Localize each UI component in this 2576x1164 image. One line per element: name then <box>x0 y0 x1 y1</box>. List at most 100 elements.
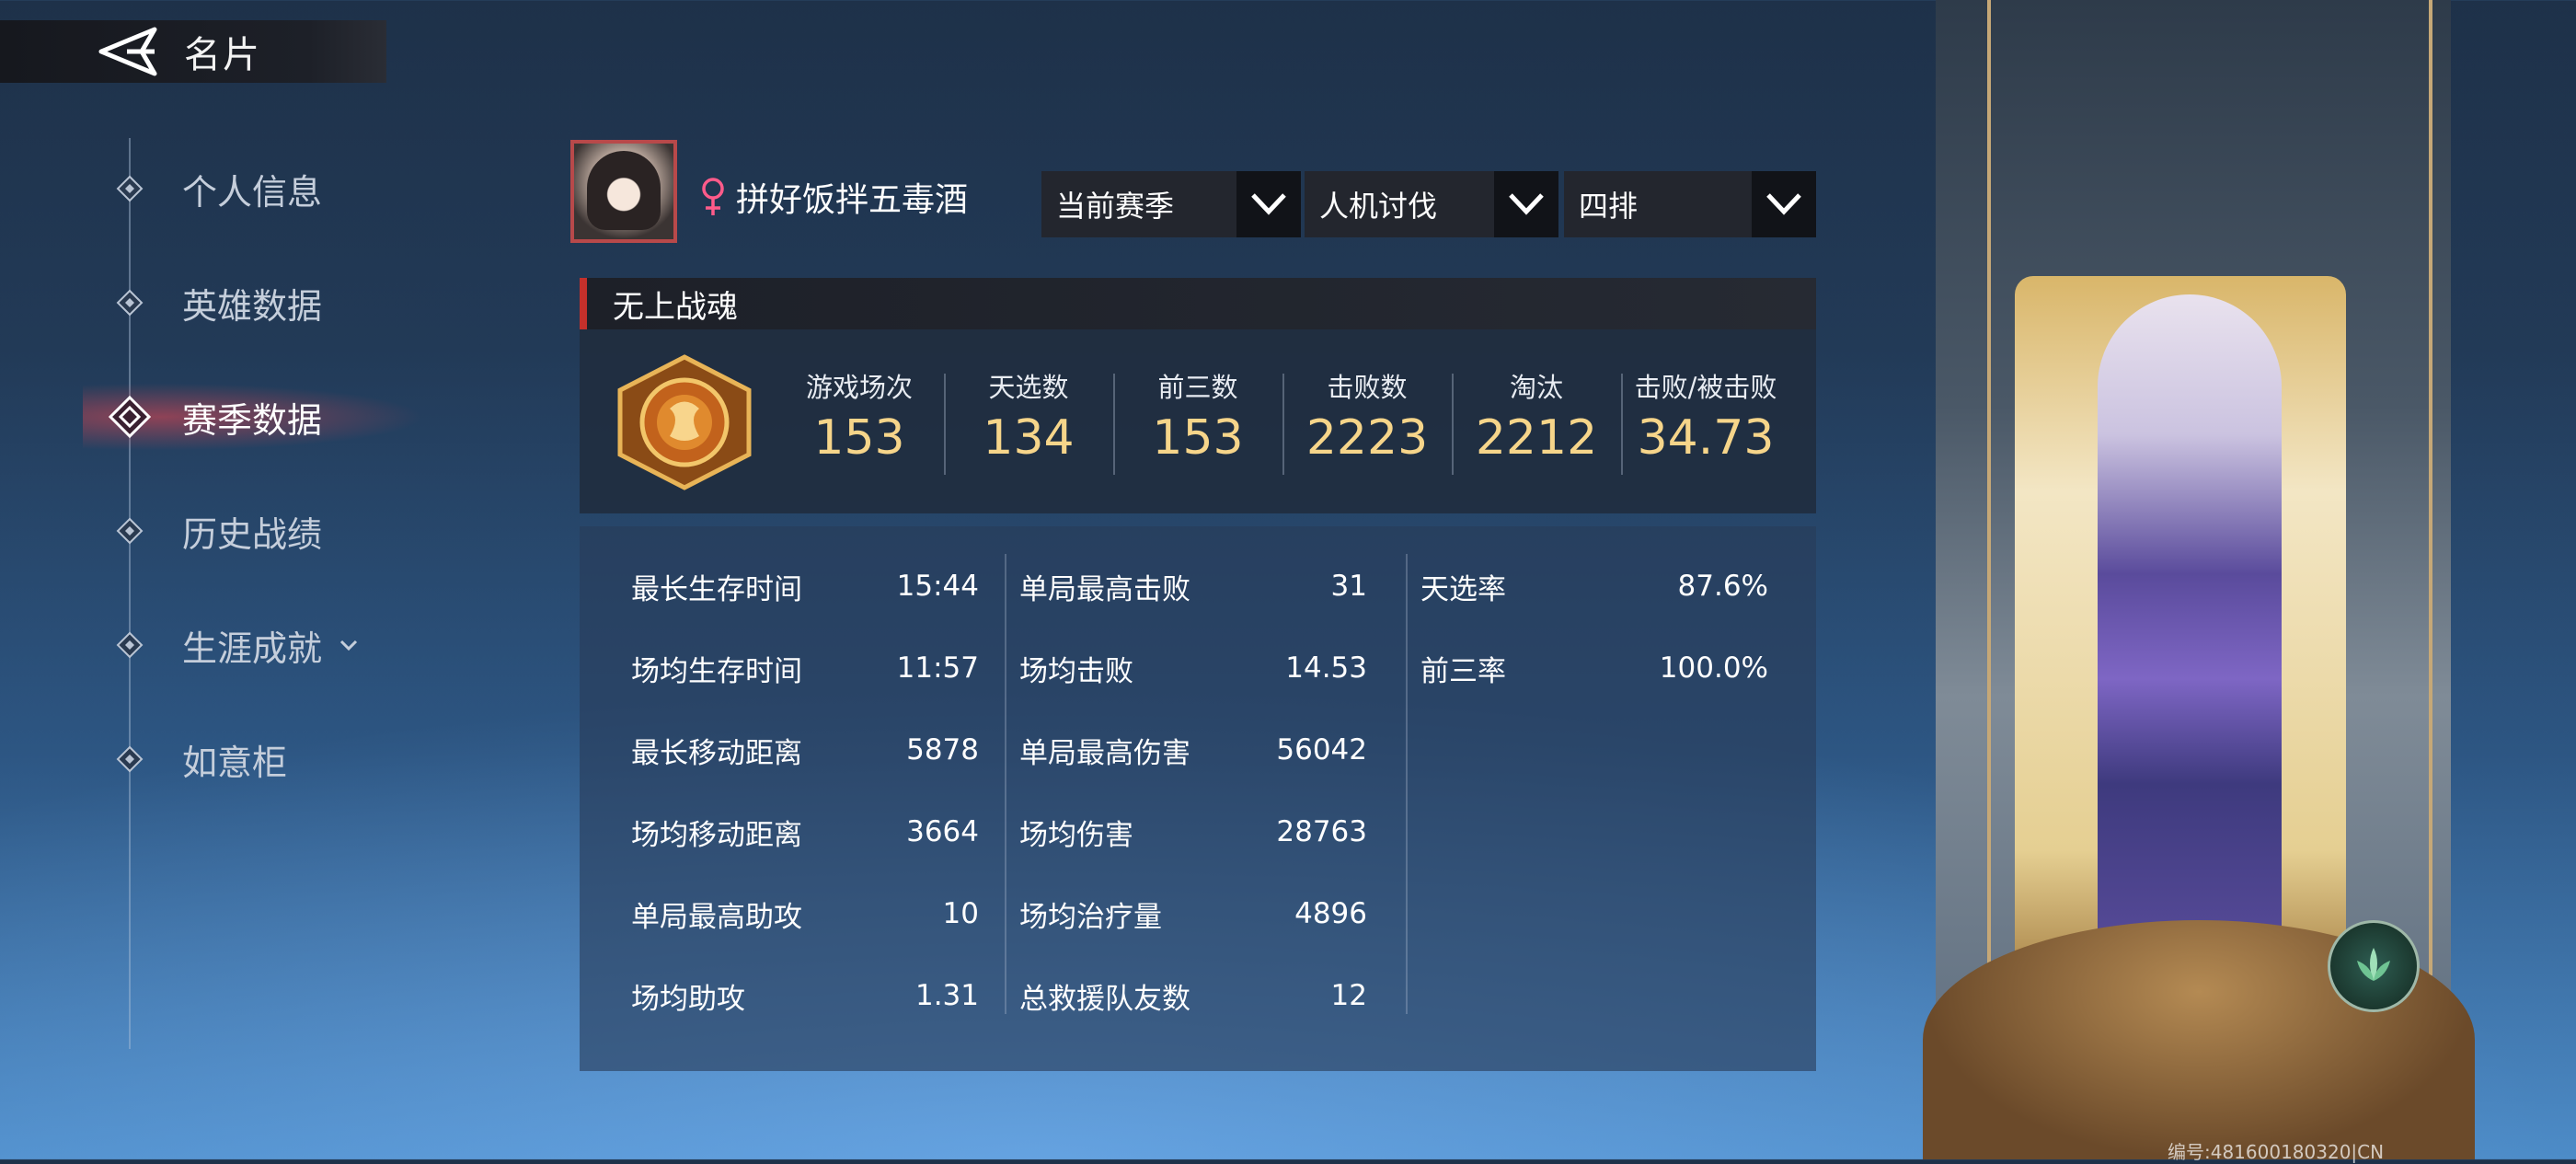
dropdown-toggle[interactable] <box>1494 171 1558 237</box>
detail-row: 最长移动距离 5878 <box>631 727 979 773</box>
detail-label: 最长移动距离 <box>631 736 802 770</box>
swing-rope <box>2429 0 2432 975</box>
detail-row: 场均击败 14.53 <box>1019 645 1367 691</box>
player-info: 拼好饭拌五毒酒 <box>699 173 968 221</box>
detail-stats-panel: 最长生存时间 15:44 场均生存时间 11:57 最长移动距离 5878 场均… <box>580 526 1816 1071</box>
detail-label: 单局最高击败 <box>1019 572 1190 606</box>
sidebar-item-label: 赛季数据 <box>182 399 323 441</box>
sidebar: 个人信息 英雄数据 赛季数据 历史战绩 生涯成就 如意柜 <box>83 138 469 1049</box>
detail-row: 场均伤害 28763 <box>1019 809 1367 855</box>
detail-row: 场均生存时间 11:57 <box>631 645 979 691</box>
detail-value: 10 <box>942 897 979 930</box>
detail-label: 单局最高助攻 <box>631 900 802 934</box>
detail-value: 5878 <box>906 733 979 766</box>
dropdown-value: 人机讨伐 <box>1319 189 1438 224</box>
stat-value: 2212 <box>1475 410 1598 466</box>
female-icon <box>702 178 724 215</box>
stat-value: 2223 <box>1305 410 1429 466</box>
avatar[interactable] <box>570 140 677 243</box>
detail-label: 场均伤害 <box>1019 818 1133 852</box>
detail-row: 场均助攻 1.31 <box>631 973 979 1019</box>
diamond-icon <box>116 631 144 659</box>
diamond-icon <box>116 517 144 545</box>
mode-dropdown[interactable]: 人机讨伐 <box>1305 171 1558 237</box>
season-dropdown[interactable]: 当前赛季 <box>1041 171 1301 237</box>
detail-value: 15:44 <box>896 570 979 603</box>
chevron-down-icon[interactable] <box>339 635 359 655</box>
character-model <box>2098 294 2282 994</box>
detail-label: 场均击败 <box>1019 654 1133 688</box>
detail-label: 最长生存时间 <box>631 572 802 606</box>
sidebar-item-label: 个人信息 <box>182 171 323 213</box>
sidebar-item-label: 如意柜 <box>182 742 288 783</box>
sidebar-item-label: 生涯成就 <box>182 628 323 669</box>
dropdown-value: 四排 <box>1579 189 1639 224</box>
detail-value: 14.53 <box>1285 651 1367 685</box>
back-arrow-icon[interactable] <box>90 24 164 79</box>
stat-value: 153 <box>813 410 905 466</box>
stat-label: 击败/被击败 <box>1634 372 1777 403</box>
sidebar-timeline <box>129 138 131 1049</box>
detail-value: 3664 <box>906 815 979 848</box>
stat-value: 134 <box>983 410 1075 466</box>
rank-title: 无上战魂 <box>613 288 738 326</box>
detail-label: 场均移动距离 <box>631 818 802 852</box>
player-name: 拼好饭拌五毒酒 <box>736 181 969 219</box>
detail-label: 前三率 <box>1420 654 1506 688</box>
diamond-icon <box>116 289 144 317</box>
header-bar: 名片 <box>0 20 386 83</box>
detail-label: 场均助攻 <box>631 982 745 1016</box>
stat-value: 34.73 <box>1637 410 1775 466</box>
detail-label: 天选率 <box>1420 572 1506 606</box>
diamond-icon <box>116 745 144 773</box>
chevron-down-icon <box>1509 193 1544 215</box>
rank-medal-icon <box>617 354 752 490</box>
detail-value: 56042 <box>1276 733 1367 766</box>
stat-label: 淘汰 <box>1509 372 1563 403</box>
detail-row: 天选率 87.6% <box>1420 563 1768 609</box>
detail-label: 单局最高伤害 <box>1019 736 1190 770</box>
divider <box>1005 554 1006 1014</box>
page-title: 名片 <box>184 34 261 76</box>
detail-row: 前三率 100.0% <box>1420 645 1768 691</box>
chevron-down-icon <box>1251 193 1286 215</box>
avatar-portrait <box>587 151 661 230</box>
stat-label: 游戏场次 <box>805 372 913 403</box>
swing-rope <box>1987 0 1991 975</box>
divider <box>1406 554 1408 1014</box>
detail-value: 11:57 <box>896 651 979 685</box>
stat-value: 153 <box>1152 410 1244 466</box>
detail-row: 场均治疗量 4896 <box>1019 891 1367 937</box>
sidebar-item-label: 历史战绩 <box>182 513 323 555</box>
detail-row: 单局最高助攻 10 <box>631 891 979 937</box>
detail-label: 场均生存时间 <box>631 654 802 688</box>
stat-kills: 击败数 2223 <box>1282 366 1452 466</box>
detail-row: 场均移动距离 3664 <box>631 809 979 855</box>
sidebar-item-label: 英雄数据 <box>182 285 323 327</box>
stat-eliminations: 淘汰 2212 <box>1452 366 1621 466</box>
active-diamond-icon <box>109 396 151 438</box>
leaf-icon <box>2357 948 2390 981</box>
stat-label: 天选数 <box>988 372 1069 403</box>
dropdown-toggle[interactable] <box>1752 171 1816 237</box>
stat-label: 前三数 <box>1157 372 1238 403</box>
detail-value: 100.0% <box>1659 651 1768 685</box>
dropdown-value: 当前赛季 <box>1056 189 1175 224</box>
stat-kd-ratio: 击败/被击败 34.73 <box>1621 366 1790 466</box>
detail-value: 4896 <box>1294 897 1367 930</box>
serial-number: 编号:481600180320|CN <box>2168 1141 2385 1163</box>
rank-accent <box>580 278 587 329</box>
season-summary: 游戏场次 153 天选数 134 前三数 153 击败数 2223 淘汰 221… <box>580 329 1816 513</box>
detail-row: 总救援队友数 12 <box>1019 973 1367 1019</box>
stat-top3: 前三数 153 <box>1113 366 1282 466</box>
detail-row: 单局最高击败 31 <box>1019 563 1367 609</box>
detail-value: 28763 <box>1276 815 1367 848</box>
leaf-button[interactable] <box>2328 920 2420 1012</box>
dropdown-toggle[interactable] <box>1236 171 1301 237</box>
diamond-icon <box>116 175 144 202</box>
stat-chosen: 天选数 134 <box>944 366 1113 466</box>
detail-value: 31 <box>1330 570 1367 603</box>
detail-label: 总救援队友数 <box>1019 982 1190 1016</box>
team-size-dropdown[interactable]: 四排 <box>1564 171 1816 237</box>
detail-value: 12 <box>1330 979 1367 1012</box>
